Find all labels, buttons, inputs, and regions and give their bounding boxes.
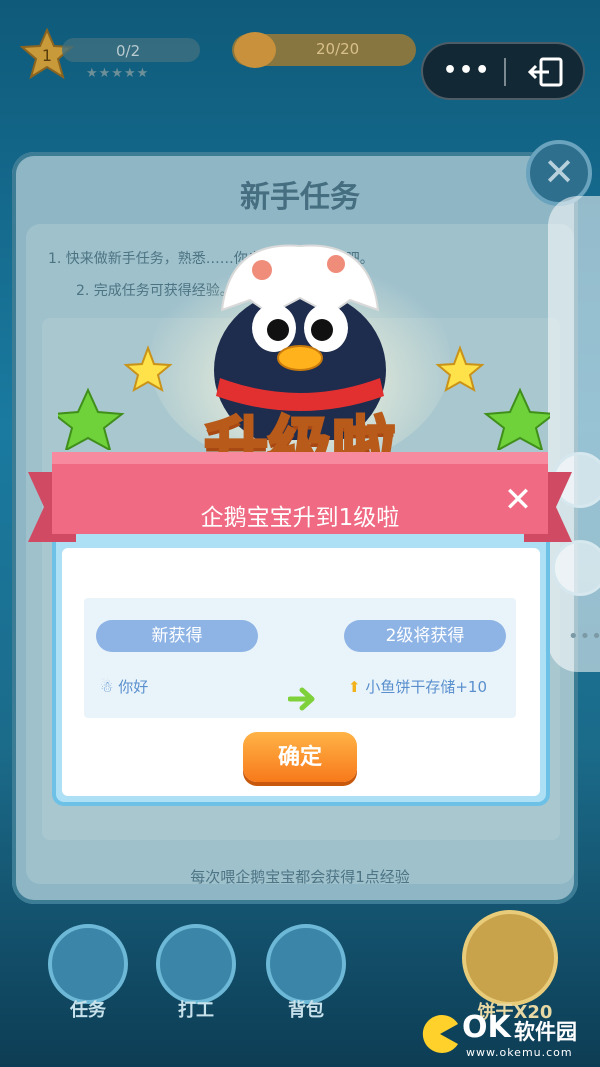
side-rail [548,196,600,672]
rail-more-icon[interactable]: ••• [568,626,600,647]
nav-backpack-button[interactable] [266,924,346,1004]
watermark-ok: OK [462,1010,511,1045]
nav-work-label: 打工 [178,1000,214,1021]
watermark-site: 软件园 [514,1020,577,1044]
watermark-url: www.okemu.com [466,1046,573,1059]
mini-program-capsule: ••• [421,42,585,100]
level-progress-text: 0/2 [116,42,141,60]
biscuit-button[interactable] [462,910,558,1006]
nav-task-button[interactable] [48,924,128,1004]
level-stars-row: ★★★★★ [86,66,150,81]
more-button[interactable]: ••• [443,58,491,83]
coin-value: 20/20 [316,40,360,58]
nav-backpack-label: 背包 [288,1000,324,1021]
next-gain-item: ⬆ 小鱼饼干存储+10 [348,676,487,697]
next-gain-text: 小鱼饼干存储+10 [365,678,488,696]
pacman-logo-icon [422,1015,458,1053]
level-number: 1 [42,46,52,65]
nav-task-label: 任务 [70,1000,106,1021]
person-icon: ☃ [100,678,114,696]
exit-icon[interactable] [527,56,567,88]
new-gain-pill: 新获得 [96,620,258,652]
task-card-footer: 每次喂企鹅宝宝都会获得1点经验 [190,868,410,886]
dialog-close-button[interactable]: ✕ [500,482,536,518]
sound-toggle-button[interactable] [552,540,600,596]
arrow-right-icon [288,687,315,711]
next-gain-pill: 2级将获得 [344,620,506,652]
confirm-button[interactable]: 确定 [243,732,357,782]
new-gain-text: 你好 [118,678,149,696]
task-card-title: 新手任务 [240,180,360,215]
arrow-up-icon: ⬆ [348,678,361,696]
capsule-divider [504,58,506,86]
new-gain-item: ☃ 你好 [100,676,148,697]
close-icon: ✕ [543,150,575,194]
nav-work-button[interactable] [156,924,236,1004]
fish-biscuit-icon [234,32,276,68]
